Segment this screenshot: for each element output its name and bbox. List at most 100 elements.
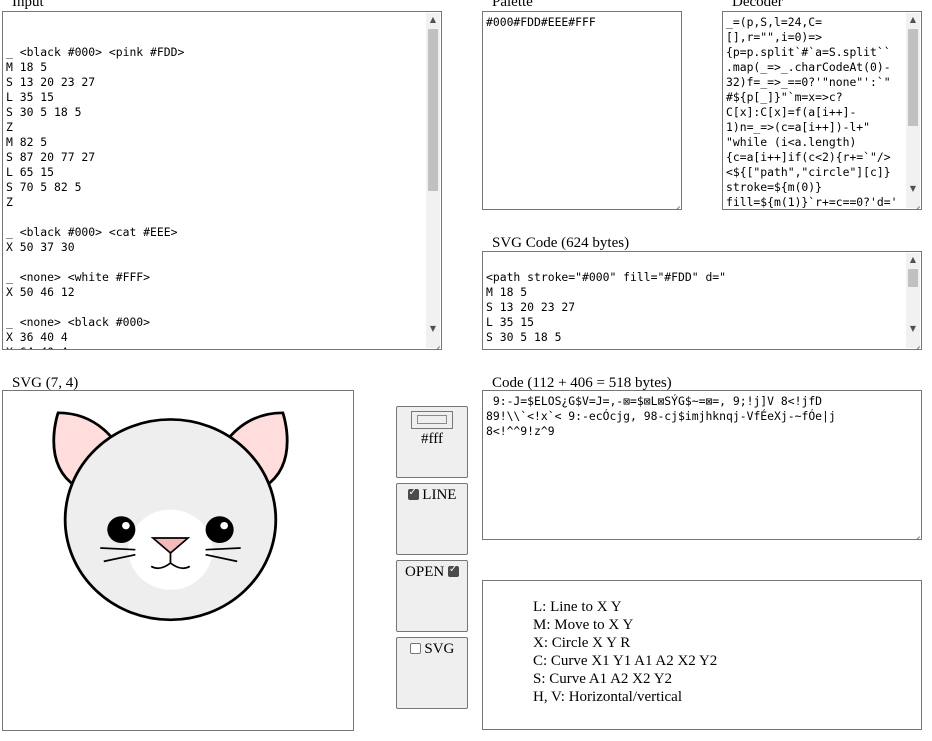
svg-code-line: S 30 5 18 5	[486, 330, 562, 344]
scroll-thumb[interactable]	[428, 29, 438, 191]
help-line: S: Curve A1 A2 X2 Y2	[533, 671, 673, 687]
decoder-line: {c=a[i++]if(c<2){r+=`"/>	[726, 150, 891, 164]
svg-code-textarea[interactable]: <path stroke="#000" fill="#FDD" d=" M 18 …	[482, 251, 922, 350]
svg-preview-label: SVG (7, 4)	[12, 375, 79, 391]
input-line	[6, 210, 184, 225]
line-label: LINE	[422, 487, 457, 503]
input-line	[6, 30, 184, 45]
decoder-line: "while (i<a.length)	[726, 135, 857, 149]
open-toggle-button[interactable]: OPEN	[396, 560, 468, 632]
help-line: L: Line to X Y	[533, 599, 622, 615]
help-text: L: Line to X Y M: Move to X Y X: Circle X …	[533, 598, 717, 706]
eye-highlight	[122, 521, 130, 530]
decoder-line: fill=${m(1)}`r+=c==0?'d='	[726, 195, 898, 209]
input-line: S 70 5 82 5	[6, 180, 82, 194]
decoder-label: Decoder	[732, 0, 783, 10]
resize-grip-icon[interactable]	[670, 198, 680, 208]
input-line: X 50 37 30	[6, 240, 75, 254]
input-line: Z	[6, 195, 13, 209]
palette-label: Palette	[492, 0, 533, 10]
svg-preview-panel	[2, 390, 354, 731]
svg-code-line: M 18 5	[486, 285, 528, 299]
color-swatch-icon[interactable]	[411, 411, 453, 429]
cat-drawing	[52, 411, 289, 622]
svg-code-label: SVG Code (624 bytes)	[492, 235, 630, 251]
input-line: X 50 46 12	[6, 285, 75, 299]
decoder-line: C[x]:C[x]=f(a[i++]-	[726, 105, 857, 119]
input-line: S 13 20 23 27	[6, 75, 96, 89]
decoder-line: <${["path","circle"][c]}	[726, 165, 891, 179]
resize-grip-icon[interactable]	[430, 338, 440, 348]
palette-text: #000#FDD#EEE#FFF	[486, 15, 596, 29]
svg-code-line: <path stroke="#000" fill="#FDD" d="	[486, 270, 727, 284]
input-scrollbar[interactable]: ▲ ▼	[426, 13, 440, 348]
palette-textarea[interactable]: #000#FDD#EEE#FFF	[482, 11, 682, 210]
svg-toggle-button[interactable]: SVG	[396, 637, 468, 709]
input-line: _ <black #000> <cat #EEE>	[6, 225, 178, 239]
scroll-up-icon[interactable]: ▲	[906, 13, 920, 27]
scroll-up-icon[interactable]: ▲	[426, 13, 440, 27]
input-line: X 64 40 4	[6, 345, 184, 349]
decoder-line: [],r="",i=0)=>	[726, 30, 823, 44]
decoder-line: .map(_=>_.charCodeAt(0)-	[726, 60, 891, 74]
code-textarea[interactable]: 9:-J=$ELOS¿G$V=J=,-⊠=$⊠L⊠SÝG$~=⊠=, 9;!j]…	[482, 390, 922, 540]
decoder-scrollbar[interactable]: ▲ ▼	[906, 13, 920, 208]
input-line: L 35 15	[6, 90, 55, 104]
color-button-label: #fff	[421, 431, 443, 447]
decoder-line: {p=p.split`#`a=S.split``	[726, 45, 891, 59]
input-line: X 36 40 4	[6, 330, 68, 344]
scroll-thumb[interactable]	[908, 269, 918, 287]
code-line: 9:-J=$ELOS¿G$V=J=,-⊠=$⊠L⊠SÝG$~=⊠=, 9;!j]…	[486, 394, 823, 408]
help-line: M: Move to X Y	[533, 617, 634, 633]
resize-grip-icon[interactable]	[910, 528, 920, 538]
help-line: X: Circle X Y R	[533, 635, 631, 651]
open-checkbox[interactable]	[447, 564, 459, 577]
input-line: S 87 20 77 27	[6, 150, 96, 164]
input-text: _ <black #000> <pink #FDD> M 18 5S 13 20 …	[6, 15, 185, 349]
resize-grip-icon[interactable]	[910, 338, 920, 348]
resize-grip-icon[interactable]	[910, 198, 920, 208]
decoder-line: 32)f=_=>_==0?'"none"':`"	[726, 75, 891, 89]
svg-code-line	[486, 255, 726, 270]
input-line: _ <none> <white #FFF>	[6, 270, 151, 284]
right-eye	[205, 516, 234, 544]
svg-checkbox[interactable]	[409, 643, 421, 654]
eye-highlight	[220, 521, 229, 530]
color-button[interactable]: #fff	[396, 406, 468, 478]
code-line: 8<!^^9!z^9	[486, 424, 555, 438]
help-line: C: Curve X1 Y1 A1 A2 X2 Y2	[533, 653, 718, 669]
scroll-down-icon[interactable]: ▼	[906, 182, 920, 196]
decoder-line: #${p[_]}"`m=x=>c?	[726, 90, 843, 104]
scroll-down-icon[interactable]: ▼	[426, 322, 440, 336]
code-text: 9:-J=$ELOS¿G$V=J=,-⊠=$⊠L⊠SÝG$~=⊠=, 9;!j]…	[486, 394, 836, 439]
decoder-line: 1)n=_=>(c=a[i++])-l+"	[726, 120, 871, 134]
decoder-textarea[interactable]: _=(p,S,l=24,C= [],r="",i=0)=> {p=p.split`#…	[722, 11, 922, 210]
svg-label: SVG	[424, 641, 455, 657]
svg-code-text: <path stroke="#000" fill="#FDD" d=" M 18 …	[486, 255, 726, 345]
input-label: Input	[12, 0, 44, 10]
help-line: H, V: Horizontal/vertical	[533, 689, 682, 705]
svg-code-line: S 13 20 23 27	[486, 300, 576, 314]
scroll-thumb[interactable]	[908, 29, 918, 126]
decoder-line: stroke=${m(0)}	[726, 180, 823, 194]
line-toggle-button[interactable]: LINE	[396, 483, 468, 555]
svg-code-line: L 35 15	[486, 315, 535, 329]
input-line: Z	[6, 120, 13, 134]
open-label: OPEN	[405, 564, 445, 580]
input-line	[6, 255, 184, 270]
input-line: _ <black #000> <pink #FDD>	[6, 45, 185, 59]
decoder-text: _=(p,S,l=24,C= [],r="",i=0)=> {p=p.split`#…	[726, 15, 898, 209]
code-line: 89!\\`<!x`< 9:-ecÓcjg, 98-cj$imjhknqj-Vf…	[486, 409, 836, 423]
scroll-up-icon[interactable]: ▲	[906, 253, 920, 267]
input-line	[6, 300, 184, 315]
input-line	[6, 15, 184, 30]
svg-code-scrollbar[interactable]: ▲ ▼	[906, 253, 920, 348]
input-line: M 18 5	[6, 60, 48, 74]
input-line: _ <none> <black #000>	[6, 315, 151, 329]
input-line: L 65 15	[6, 165, 55, 179]
scroll-down-icon[interactable]: ▼	[906, 322, 920, 336]
line-checkbox[interactable]	[407, 487, 419, 500]
input-textarea[interactable]: _ <black #000> <pink #FDD> M 18 5S 13 20 …	[2, 11, 442, 350]
left-eye	[107, 516, 136, 544]
decoder-line: _=(p,S,l=24,C=	[726, 15, 823, 29]
